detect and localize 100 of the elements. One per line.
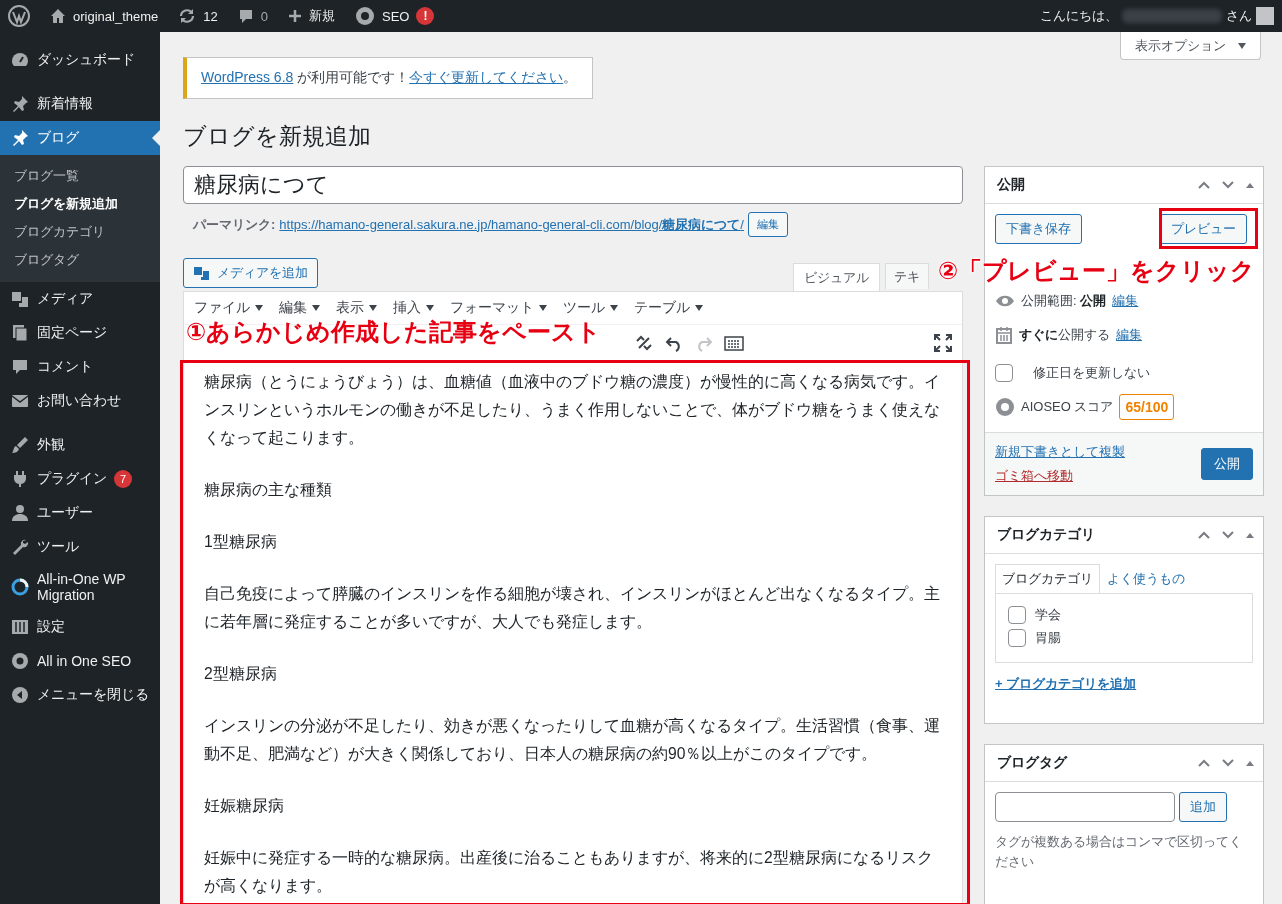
editor-menu[interactable]: テーブル (634, 299, 703, 317)
paragraph: 1型糖尿病 (204, 532, 278, 552)
update-link[interactable]: 今すぐ更新してください (409, 69, 564, 85)
visibility-text: 公開範囲: 公開 (1021, 292, 1107, 310)
new-menu-label[interactable]: 新規 (309, 7, 335, 25)
submenu-item[interactable]: ブログを新規追加 (0, 190, 160, 218)
home-icon[interactable] (50, 8, 66, 24)
editor-menu[interactable]: 編集 (279, 299, 320, 317)
edit-link[interactable]: 編集 (1112, 292, 1139, 310)
tag-hint: タグが複数ある場合はコンマで区切ってください (995, 833, 1243, 871)
panel-title: 公開 (997, 176, 1026, 194)
category-label: 学会 (1035, 606, 1061, 624)
panel-title: ブログタグ (997, 754, 1069, 772)
site-name-link[interactable]: original_theme (73, 8, 159, 24)
schedule-text: すぐに公開する (1019, 326, 1110, 344)
checkbox[interactable] (1008, 629, 1026, 647)
comment-count: 0 (260, 8, 268, 24)
sidebar-item[interactable]: All in One SEO (0, 644, 160, 678)
keyboard-icon[interactable] (724, 333, 744, 353)
permalink-link[interactable]: https://hamano-general.sakura.ne.jp/hamano-general-cli.com/blog/糖尿病につて/ (279, 215, 744, 234)
sidebar-item[interactable]: 外観 (0, 428, 160, 462)
add-category-link[interactable]: + ブログカテゴリを追加 (995, 676, 1137, 691)
sidebar-item[interactable]: 新着情報 (0, 87, 160, 121)
wordpress-logo-icon[interactable] (8, 5, 30, 27)
editor-menu[interactable]: ツール (563, 299, 618, 317)
sidebar-item[interactable]: メディア (0, 282, 160, 316)
category-label: 胃腸 (1035, 629, 1061, 647)
add-media-button[interactable]: メディアを追加 (183, 258, 318, 288)
eye-icon (995, 294, 1015, 308)
screen-options-button[interactable]: 表示オプション (1120, 32, 1261, 60)
publish-button[interactable]: 公開 (1201, 448, 1253, 480)
page-icon (10, 323, 30, 343)
calendar-icon (995, 326, 1013, 344)
sidebar-item[interactable]: コメント (0, 350, 160, 384)
user-icon (10, 503, 30, 523)
sidebar-item[interactable]: All-in-One WP Migration (0, 564, 160, 610)
paragraph: 2型糖尿病 (204, 664, 278, 684)
edit-link[interactable]: 編集 (1116, 326, 1142, 344)
caret-icon (610, 305, 618, 311)
editor-menu[interactable]: 挿入 (393, 299, 434, 317)
sidebar-item[interactable]: 固定ページ (0, 316, 160, 350)
preview-button[interactable]: プレビュー (1160, 214, 1247, 244)
annotation-text: ②「プレビュー」をクリック (938, 256, 1256, 286)
count-badge: 7 (114, 470, 132, 488)
sidebar-item[interactable]: ユーザー (0, 496, 160, 530)
refresh-icon[interactable] (178, 8, 197, 24)
caret-icon (1238, 42, 1246, 49)
update-count: 12 (203, 8, 218, 24)
submenu-item[interactable]: ブログタグ (0, 246, 160, 274)
panel-title: ブログカテゴリ (997, 526, 1096, 544)
paragraph: 妊娠糖尿病 (204, 796, 285, 816)
editor-menu[interactable]: フォーマット (450, 299, 547, 317)
sidebar-item[interactable]: ツール (0, 530, 160, 564)
editor-tab[interactable]: テキ (885, 263, 929, 289)
comment-icon (10, 357, 30, 377)
checkbox[interactable] (995, 364, 1013, 382)
sidebar-item[interactable]: ブログ (0, 121, 160, 155)
comment-icon[interactable] (237, 8, 254, 24)
score-badge: 65/100 (1119, 394, 1175, 420)
title-field[interactable]: 糖尿病につて (183, 166, 963, 204)
page-title: ブログを新規追加 (183, 122, 372, 151)
media-icon (10, 289, 30, 309)
submenu-item[interactable]: ブログカテゴリ (0, 218, 160, 246)
caret-icon (255, 305, 263, 311)
editor-menu[interactable]: 表示 (336, 299, 377, 317)
greeting-text: こんにちは、 (1040, 7, 1118, 25)
save-draft-button[interactable]: 下書き保存 (995, 214, 1082, 244)
brush-icon (10, 435, 30, 455)
editor-tab[interactable]: ビジュアル (793, 263, 880, 291)
duplicate-link[interactable]: 新規下書きとして複製 (995, 443, 1125, 461)
caret-icon (539, 305, 547, 311)
paragraph: 糖尿病（とうにょうびょう）は、血糖値（血液中のブドウ糖の濃度）が慢性的に高くなる病気です。インスリンというホルモンの働きが不足したり、うまく作用しないことで、体がブドウ糖をうまく使えなくなって起こります。 (204, 372, 941, 448)
greeting-suffix: さん (1226, 7, 1252, 25)
category-tab[interactable]: ブログカテゴリ (995, 564, 1100, 593)
sidebar-item[interactable]: 設定 (0, 610, 160, 644)
unlink-icon[interactable] (634, 333, 654, 353)
checkbox-label: 修正日を更新しない (1033, 364, 1150, 382)
plus-icon[interactable] (288, 9, 302, 23)
alert-badge: ! (416, 7, 435, 25)
permalink-edit-button[interactable]: 編集 (747, 212, 788, 237)
editor-menu[interactable]: ファイル (194, 299, 263, 317)
caret-icon (426, 305, 434, 311)
trash-link[interactable]: ゴミ箱へ移動 (995, 467, 1125, 485)
submenu-item[interactable]: ブログ一覧 (0, 162, 160, 190)
sidebar-item[interactable]: ダッシュボード (0, 43, 160, 77)
annotation-text: ①あらかじめ作成した記事をペースト (186, 317, 602, 347)
seo-menu-label[interactable]: SEO (382, 8, 410, 24)
version-link[interactable]: WordPress 6.8 (201, 69, 294, 85)
score-label: AIOSEO スコア (1021, 398, 1114, 416)
paragraph: 糖尿病の主な種類 (204, 480, 333, 500)
sidebar-item[interactable]: プラグイン 7 (0, 462, 160, 496)
permalink-label: パーマリンク: (193, 215, 276, 234)
checkbox[interactable] (1008, 606, 1026, 624)
sidebar-item[interactable]: お問い合わせ (0, 384, 160, 418)
tag-input-field[interactable] (995, 792, 1175, 822)
fullscreen-icon[interactable] (934, 334, 952, 352)
sidebar-item[interactable]: メニューを閉じる (0, 678, 160, 712)
add-tag-button[interactable]: 追加 (1179, 792, 1227, 822)
caret-icon (695, 305, 703, 311)
category-tab[interactable]: よく使うもの (1100, 564, 1192, 593)
